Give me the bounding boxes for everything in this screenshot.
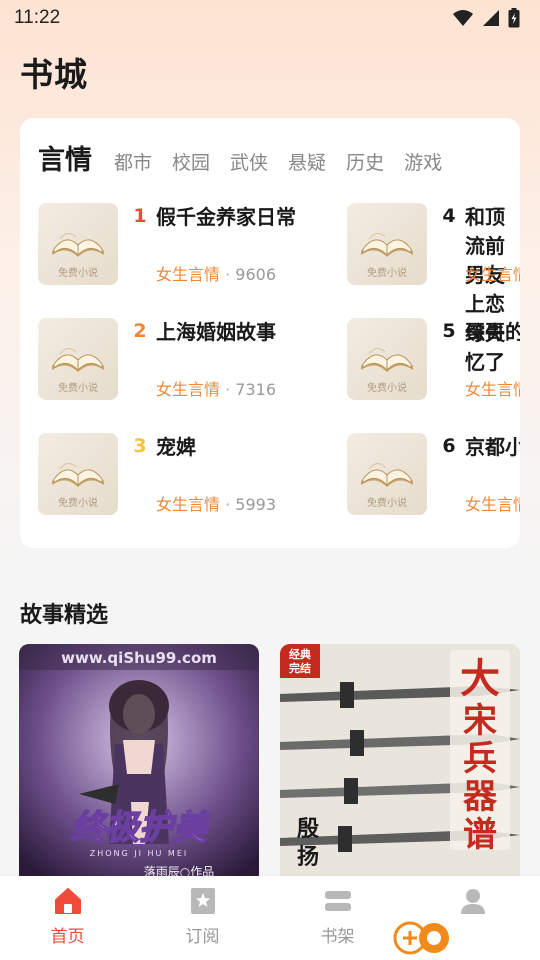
book-meta: 女生言情 xyxy=(465,261,520,285)
rank-number: 6 xyxy=(442,435,456,457)
tab-game[interactable]: 游戏 xyxy=(404,148,442,175)
nav-subscribe[interactable]: 订阅 xyxy=(135,876,270,960)
book-cover: 免费小说 xyxy=(38,318,118,400)
badge-line2: 完结 xyxy=(289,661,311,675)
book-cover: 免费小说 xyxy=(38,203,118,285)
ranking-card: 言情 都市 校园 武侠 悬疑 历史 游戏 免费小说 1 假千金养家日常 女生言情… xyxy=(20,118,520,548)
rank-number: 1 xyxy=(133,205,147,227)
open-book-icon: 免费小说 xyxy=(361,348,413,394)
book-meta: 女生言情 · 5993 xyxy=(156,491,276,515)
book-meta: 女生言情 · 9606 xyxy=(156,261,276,285)
status-bar: 11:22 xyxy=(0,0,540,36)
nav-home[interactable]: 首页 xyxy=(0,876,135,960)
book-title: 上海婚姻故事 xyxy=(156,320,276,344)
book-genre: 女生言情 xyxy=(156,495,221,514)
book-cover: 免费小说 xyxy=(347,318,427,400)
bookshelf-icon xyxy=(324,891,351,911)
rank-number: 4 xyxy=(442,205,456,227)
status-time: 11:22 xyxy=(14,7,61,28)
cover-caption: 免费小说 xyxy=(58,266,98,279)
rank-number: 3 xyxy=(133,435,147,457)
book-item[interactable]: 免费小说 6 京都小 女生言情 xyxy=(347,433,520,515)
cover-title-char: 器 xyxy=(463,777,498,817)
book-genre: 女生言情 xyxy=(465,495,520,514)
book-item[interactable]: 免费小说 4 和顶流前男友上恋综失忆了 女生言情 xyxy=(347,203,520,374)
nav-bookshelf-label: 书架 xyxy=(320,927,355,947)
book-title: 假千金养家日常 xyxy=(156,205,296,229)
rank-number: 5 xyxy=(442,320,456,342)
book-meta: 女生言情 · 7316 xyxy=(156,376,276,400)
signal-icon xyxy=(483,10,499,26)
book-genre: 女生言情 xyxy=(156,265,221,284)
cover-title-char: 兵 xyxy=(463,739,497,779)
book-genre: 女生言情 xyxy=(465,380,520,399)
book-meta: 女生言情 xyxy=(465,376,520,400)
tab-campus[interactable]: 校园 xyxy=(172,148,210,175)
tab-history[interactable]: 历史 xyxy=(346,148,384,175)
cover-title-char: 谱 xyxy=(463,815,497,855)
story-card[interactable]: www.qiShu99.com 终极护美 ZHONG JI HU MEI 落雨辰… xyxy=(19,644,259,884)
book-item[interactable]: 免费小说 1 假千金养家日常 女生言情 · 9606 xyxy=(38,203,338,285)
book-item[interactable]: 免费小说 5 哥哥的 女生言情 xyxy=(347,318,520,400)
nav-bookshelf[interactable]: 书架 xyxy=(270,876,405,960)
cover-title-char: 宋 xyxy=(463,701,497,741)
tab-martial-arts[interactable]: 武侠 xyxy=(230,148,268,175)
cover-caption: 免费小说 xyxy=(367,496,407,509)
story-card[interactable]: 经典 完结 大 宋 兵 器 谱 殷 扬 xyxy=(280,644,520,884)
book-title: 哥哥的 xyxy=(465,320,520,344)
book-item[interactable]: 免费小说 3 宠婢 女生言情 · 5993 xyxy=(38,433,338,515)
open-book-icon: 免费小说 xyxy=(361,463,413,509)
open-book-icon: 免费小说 xyxy=(52,233,104,279)
section-title-stories: 故事精选 xyxy=(20,603,109,628)
open-book-icon: 免费小说 xyxy=(361,233,413,279)
status-icons xyxy=(452,8,520,28)
cover-caption: 免费小说 xyxy=(58,381,98,394)
book-title: 京都小 xyxy=(465,435,520,459)
cover-author-char: 扬 xyxy=(297,844,319,870)
badge-line1: 经典 xyxy=(289,647,311,661)
book-cover: 免费小说 xyxy=(347,433,427,515)
book-title: 宠婢 xyxy=(156,435,196,459)
nav-subscribe-label: 订阅 xyxy=(185,927,220,947)
wifi-icon xyxy=(453,10,473,26)
book-count: 9606 xyxy=(235,265,277,284)
cover-caption: 免费小说 xyxy=(367,266,407,279)
cover-author-char: 殷 xyxy=(297,816,320,842)
tab-mystery[interactable]: 悬疑 xyxy=(288,148,326,175)
open-book-icon: 免费小说 xyxy=(52,348,104,394)
cover-caption: 免费小说 xyxy=(58,496,98,509)
cover-title-char: 大 xyxy=(460,655,500,702)
tab-romance[interactable]: 言情 xyxy=(38,138,92,177)
meta-separator: · xyxy=(225,380,231,399)
book-count: 5993 xyxy=(235,495,277,514)
cover-watermark: www.qiShu99.com xyxy=(61,649,217,667)
cover-caption: 免费小说 xyxy=(367,381,407,394)
story-cover-image: www.qiShu99.com 终极护美 ZHONG JI HU MEI 落雨辰… xyxy=(19,644,259,884)
book-cover: 免费小说 xyxy=(38,433,118,515)
tab-urban[interactable]: 都市 xyxy=(114,148,152,175)
bookmark-icon xyxy=(190,888,215,914)
story-cover-pinyin: ZHONG JI HU MEI xyxy=(90,849,189,858)
site-watermark xyxy=(392,912,540,958)
book-meta: 女生言情 xyxy=(465,491,520,515)
book-genre: 女生言情 xyxy=(156,380,221,399)
watermark-logo-icon xyxy=(393,921,449,955)
nav-home-label: 首页 xyxy=(50,927,85,947)
book-count: 7316 xyxy=(235,380,277,399)
story-cover-title: 终极护美 xyxy=(71,808,211,848)
battery-icon xyxy=(508,8,520,28)
meta-separator: · xyxy=(225,495,231,514)
meta-separator: · xyxy=(225,265,231,284)
home-icon xyxy=(54,888,81,914)
book-genre: 女生言情 xyxy=(465,265,520,284)
open-book-icon: 免费小说 xyxy=(52,463,104,509)
page-title: 书城 xyxy=(20,55,88,94)
category-tabs: 言情 都市 校园 武侠 悬疑 历史 游戏 xyxy=(38,138,462,177)
story-cover-image: 经典 完结 大 宋 兵 器 谱 殷 扬 xyxy=(280,644,520,884)
book-item[interactable]: 免费小说 2 上海婚姻故事 女生言情 · 7316 xyxy=(38,318,338,400)
rank-number: 2 xyxy=(133,320,147,342)
book-cover: 免费小说 xyxy=(347,203,427,285)
